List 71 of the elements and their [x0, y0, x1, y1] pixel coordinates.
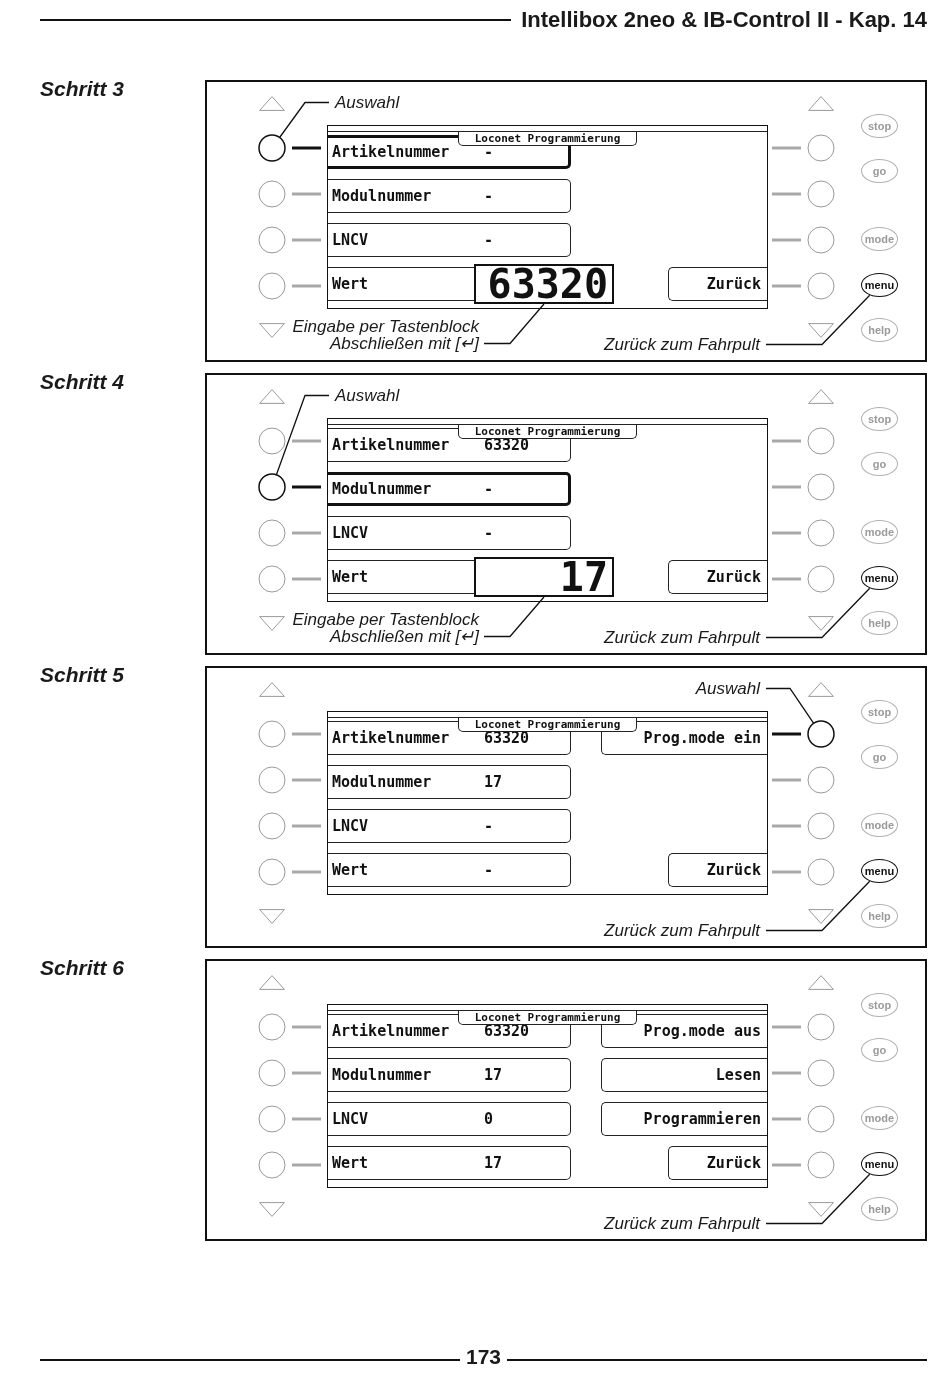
callout-text: Zurück zum Fahrpult [604, 922, 760, 939]
up-arrow-icon [259, 96, 285, 111]
row-label: Wert [332, 1152, 370, 1174]
row-value: 17 [484, 771, 503, 793]
step-label: Schritt 3 [40, 77, 126, 101]
row-label: Artikelnummer [332, 141, 451, 163]
page-number: 173 [466, 1345, 502, 1369]
up-arrow-icon [808, 682, 834, 697]
value-input-field: 17 [474, 557, 614, 597]
step-label: Schritt 6 [40, 956, 126, 980]
header-title: Intellibox 2neo & IB-Control II - Kap. 14 [521, 8, 927, 32]
row-label: Modulnummer [332, 478, 433, 500]
down-arrow-icon [808, 323, 834, 338]
row-value: - [484, 229, 494, 251]
row-label: Wert [332, 859, 370, 881]
up-arrow-icon [808, 975, 834, 990]
step-label: Schritt 4 [40, 370, 126, 394]
row-value: - [484, 815, 494, 837]
down-arrow-icon [259, 616, 285, 631]
row-label: Artikelnummer [332, 434, 451, 456]
row-value: 0 [484, 1108, 494, 1130]
row-value: 17 [484, 1152, 503, 1174]
row-value: - [484, 859, 494, 881]
row-label: LNCV [332, 1108, 370, 1130]
up-arrow-icon [808, 389, 834, 404]
softkey: Zurück [668, 267, 767, 301]
down-arrow-icon [808, 616, 834, 631]
down-arrow-icon [259, 323, 285, 338]
screen-title: Loconet Programmierung [458, 425, 637, 439]
callout-text: Eingabe per Tastenblock Abschließen mit [↵] [292, 611, 479, 645]
up-arrow-icon [259, 389, 285, 404]
row-label: Modulnummer [332, 1064, 433, 1086]
row-label: Modulnummer [332, 185, 433, 207]
row-label: Wert [332, 566, 369, 588]
row-value: - [484, 522, 494, 544]
callout-text: Eingabe per Tastenblock Abschließen mit [↵] [292, 318, 479, 352]
softkey: Programmieren [601, 1102, 767, 1136]
callout-text: Zurück zum Fahrpult [604, 629, 760, 646]
softkey: Zurück [668, 560, 767, 594]
up-arrow-icon [259, 682, 285, 697]
row-label: LNCV [332, 229, 370, 251]
up-arrow-icon [259, 975, 285, 990]
down-arrow-icon [259, 1202, 285, 1217]
down-arrow-icon [808, 1202, 834, 1217]
row-value: - [484, 185, 494, 207]
callout-text: Auswahl [335, 94, 400, 111]
value-input-field: 63320 [474, 264, 614, 304]
step-label: Schritt 5 [40, 663, 126, 687]
screen-title: Loconet Programmierung [458, 718, 637, 732]
row-label: LNCV [332, 522, 370, 544]
row-label: Wert [332, 273, 369, 295]
up-arrow-icon [808, 96, 834, 111]
screen-title: Loconet Programmierung [458, 132, 637, 146]
softkey: Zurück [668, 853, 767, 887]
down-arrow-icon [808, 909, 834, 924]
softkey: Zurück [668, 1146, 767, 1180]
screen-title: Loconet Programmierung [458, 1011, 637, 1025]
row-label: Artikelnummer [332, 727, 451, 749]
leader-line [765, 687, 815, 724]
row-value: - [484, 478, 494, 500]
callout-text: Auswahl [695, 680, 760, 697]
callout-text: Auswahl [335, 387, 400, 404]
row-value: 17 [484, 1064, 503, 1086]
softkey: Lesen [601, 1058, 767, 1092]
callout-text: Zurück zum Fahrpult [604, 1215, 760, 1232]
callout-text: Zurück zum Fahrpult [604, 336, 760, 353]
row-label: Modulnummer [332, 771, 433, 793]
row-label: LNCV [332, 815, 370, 837]
row-label: Artikelnummer [332, 1020, 451, 1042]
down-arrow-icon [259, 909, 285, 924]
leader-line [278, 101, 330, 139]
